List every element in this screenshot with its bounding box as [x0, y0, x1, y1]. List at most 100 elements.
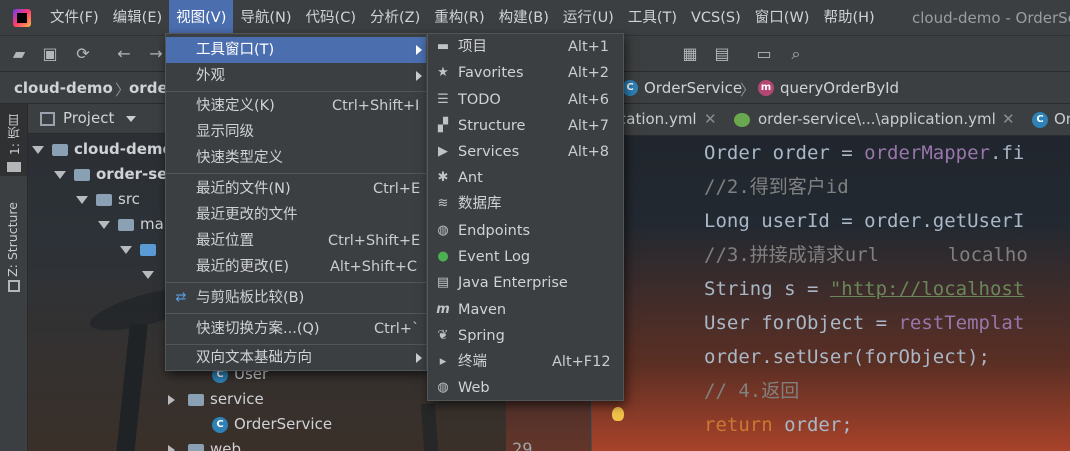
forward-arrow-icon[interactable]: → — [146, 44, 166, 64]
menu-item-event-log[interactable]: ● Event Log — [428, 244, 623, 270]
menu-item-recent-files[interactable]: 最近的文件(N) Ctrl+E — [166, 176, 426, 202]
menu-item-appearance[interactable]: 外观 — [166, 63, 426, 89]
tree-row[interactable] — [120, 237, 162, 261]
menu-item-todo[interactable]: ☰ TODO Alt+6 — [428, 87, 623, 113]
structure-icon — [8, 280, 20, 292]
menu-refactor[interactable]: 重构(R) — [427, 0, 491, 36]
expand-arrow-icon[interactable] — [54, 170, 66, 179]
menu-item-quick-type-definition[interactable]: 快速类型定义 — [166, 145, 426, 171]
maven-icon: m — [436, 302, 450, 317]
menu-item-services[interactable]: ▶ Services Alt+8 — [428, 139, 623, 165]
web-icon: ◍ — [437, 380, 449, 395]
menu-item-quick-definition[interactable]: 快速定义(K) Ctrl+Shift+I — [166, 93, 426, 119]
tree-row[interactable]: order-se — [54, 162, 167, 186]
dropdown-arrow-icon[interactable] — [126, 116, 136, 122]
collapsed-arrow-icon[interactable] — [168, 395, 175, 405]
expand-arrow-icon[interactable] — [120, 245, 132, 254]
background-palm-trunk — [420, 403, 440, 451]
menu-item-quick-switch-scheme[interactable]: 快速切换方案...(Q) Ctrl+` — [166, 316, 426, 342]
spring-yml-icon — [734, 113, 750, 127]
tree-row[interactable]: cloud-demo — [32, 137, 173, 161]
folder-icon — [118, 218, 134, 231]
menu-item-recent-locations[interactable]: 最近位置 Ctrl+Shift+E — [166, 228, 426, 254]
menu-item-recently-changed-files[interactable]: 最近更改的文件 — [166, 202, 426, 228]
breadcrumb-project[interactable]: cloud-demo — [14, 79, 113, 97]
code-line: //2.得到客户id — [704, 176, 849, 198]
menu-item-spring[interactable]: ❦ Spring — [428, 323, 623, 349]
menu-analyze[interactable]: 分析(Z) — [363, 0, 427, 36]
breadcrumb-separator-icon: 〉 — [740, 81, 756, 99]
menu-item-ant[interactable]: ✱ Ant — [428, 165, 623, 191]
menu-item-tool-windows[interactable]: 工具窗口(T) — [166, 37, 426, 63]
module-folder-icon — [74, 168, 90, 181]
save-icon[interactable]: ▣ — [40, 44, 60, 64]
modules-icon[interactable]: ▤ — [712, 44, 732, 64]
source-folder-icon — [140, 243, 156, 256]
breadcrumb-class[interactable]: OrderService — [644, 79, 742, 97]
folder-icon: ▬ — [436, 39, 450, 54]
breadcrumb-method[interactable]: queryOrderById — [780, 79, 899, 97]
menu-edit[interactable]: 编辑(E) — [106, 0, 169, 36]
menu-navigate[interactable]: 导航(N) — [233, 0, 298, 36]
expand-arrow-icon[interactable] — [76, 195, 88, 204]
line-number: 29 — [512, 440, 533, 451]
menu-item-bidi-text-direction[interactable]: 双向文本基础方向 — [166, 345, 426, 371]
star-icon: ★ — [437, 65, 449, 80]
menu-vcs[interactable]: VCS(S) — [684, 0, 748, 36]
tab-order-service-application-yml[interactable]: order-service\...\application.yml — [758, 110, 996, 128]
menu-run[interactable]: 运行(U) — [556, 0, 621, 36]
tab-application-yml[interactable]: cation.yml — [618, 110, 697, 128]
submenu-arrow-icon — [416, 71, 422, 81]
menu-item-database[interactable]: ≋ 数据库 — [428, 191, 623, 217]
close-tab-icon[interactable]: ✕ — [704, 110, 717, 128]
structure-tool-tab[interactable]: Z: Structure — [5, 202, 20, 277]
expand-arrow-icon[interactable] — [142, 270, 154, 279]
project-tool-tab[interactable]: 1: 项目 — [5, 114, 24, 155]
menu-file[interactable]: 文件(F) — [43, 0, 106, 36]
open-folder-icon[interactable]: ▰ — [9, 44, 29, 64]
project-panel-title[interactable]: Project — [63, 109, 114, 127]
tree-row[interactable]: src — [76, 187, 140, 211]
class-icon: C — [622, 80, 638, 96]
submenu-arrow-icon — [416, 353, 422, 363]
expand-arrow-icon[interactable] — [32, 145, 44, 154]
submenu-arrow-icon — [416, 45, 422, 55]
menu-item-structure[interactable]: ▞ Structure Alt+7 — [428, 113, 623, 139]
menu-item-terminal[interactable]: ▸ 终端 Alt+F12 — [428, 349, 623, 375]
menu-build[interactable]: 构建(B) — [492, 0, 556, 36]
tree-row[interactable]: web — [168, 437, 241, 451]
menu-item-java-enterprise[interactable]: ▤ Java Enterprise — [428, 270, 623, 296]
back-arrow-icon[interactable]: ← — [114, 44, 134, 64]
tool-windows-submenu: ▬ 项目 Alt+1 ★ Favorites Alt+2 ☰ TODO Alt+… — [427, 33, 624, 401]
menu-window[interactable]: 窗口(W) — [748, 0, 817, 36]
menu-code[interactable]: 代码(C) — [299, 0, 363, 36]
tree-row[interactable]: service — [168, 387, 264, 411]
expand-arrow-icon[interactable] — [98, 220, 110, 229]
structure-icon: ▞ — [438, 118, 448, 133]
menu-item-web[interactable]: ◍ Web — [428, 375, 623, 401]
intellij-logo-icon — [13, 8, 31, 27]
menu-item-maven[interactable]: m Maven — [428, 297, 623, 323]
menu-help[interactable]: 帮助(H) — [816, 0, 881, 36]
collapsed-arrow-icon[interactable] — [168, 445, 175, 451]
tree-row[interactable]: ma — [98, 212, 164, 236]
tab-order-service[interactable]: Or — [1054, 110, 1070, 128]
menu-tools[interactable]: 工具(T) — [621, 0, 684, 36]
sync-icon[interactable]: ⟳ — [73, 44, 93, 64]
menu-item-show-siblings[interactable]: 显示同级 — [166, 119, 426, 145]
package-folder-icon — [188, 443, 204, 451]
menu-item-compare-clipboard[interactable]: ⇄ 与剪贴板比较(B) — [166, 285, 426, 311]
run-console-icon[interactable]: ▭ — [754, 44, 774, 64]
menu-item-project[interactable]: ▬ 项目 Alt+1 — [428, 34, 623, 60]
close-tab-icon[interactable]: ✕ — [1002, 110, 1015, 128]
tree-row[interactable] — [142, 262, 162, 286]
lightbulb-icon[interactable] — [612, 407, 624, 421]
tree-row[interactable]: C OrderService — [212, 412, 332, 436]
menu-item-endpoints[interactable]: ◍ Endpoints — [428, 218, 623, 244]
menu-view[interactable]: 视图(V) — [169, 0, 234, 36]
menu-item-favorites[interactable]: ★ Favorites Alt+2 — [428, 60, 623, 86]
folder-icon — [7, 162, 21, 172]
search-icon[interactable]: ⌕ — [786, 44, 806, 64]
menu-item-recent-changes[interactable]: 最近的更改(E) Alt+Shift+C — [166, 254, 426, 280]
project-structure-icon[interactable]: ▦ — [680, 44, 700, 64]
